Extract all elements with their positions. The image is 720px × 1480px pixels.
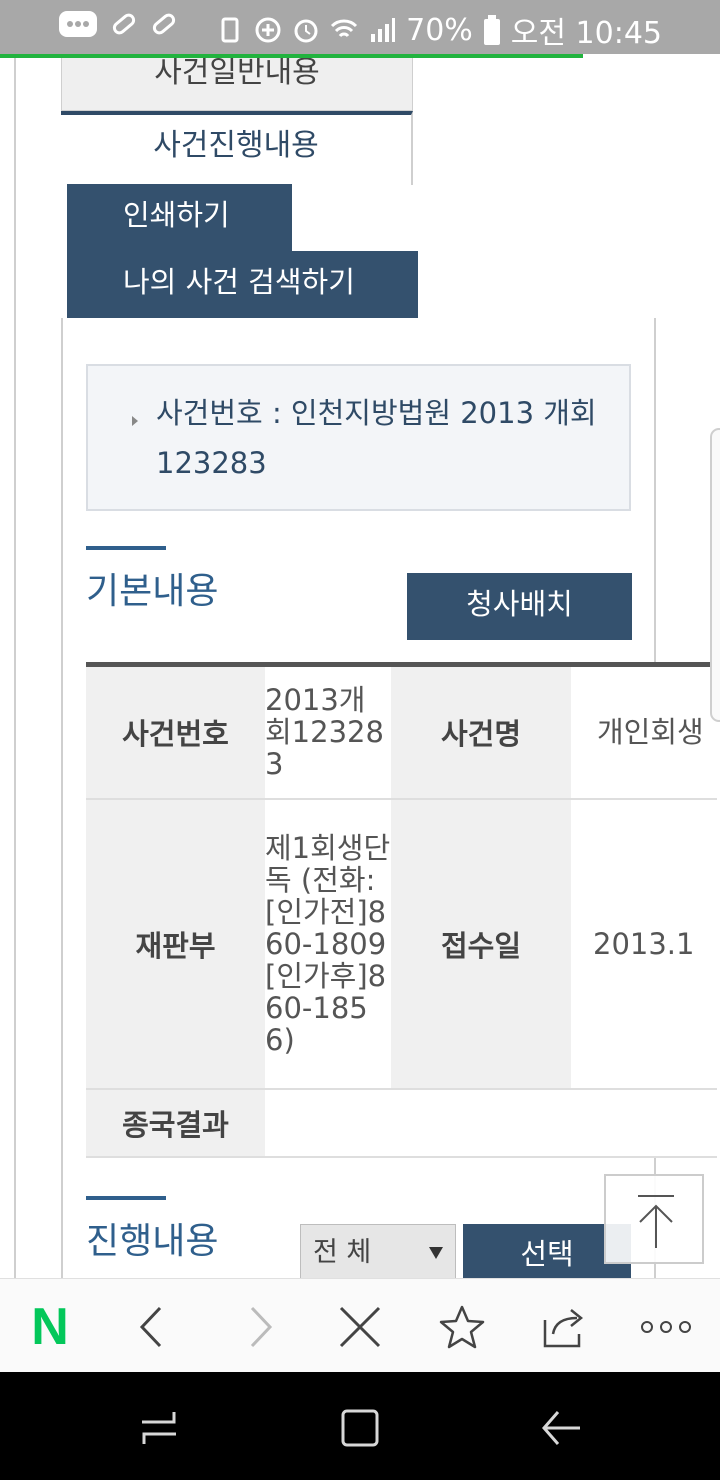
filter-select[interactable]: 전 체 bbox=[300, 1224, 456, 1278]
battery-level: 70% bbox=[406, 12, 473, 48]
table-header-cell: 재판부 bbox=[86, 798, 265, 1090]
scroll-to-top-button[interactable] bbox=[604, 1174, 704, 1264]
forward-icon bbox=[250, 1306, 273, 1348]
share-icon bbox=[543, 1309, 584, 1348]
chevron-down-icon bbox=[429, 1247, 443, 1259]
alarm-icon bbox=[294, 19, 318, 43]
arrow-up-icon bbox=[638, 1195, 674, 1248]
battery-saver-icon bbox=[221, 17, 239, 43]
case-info-table: 사건번호 2013개회123283 사건명 개인회생 재판부 제1회생단독 (전… bbox=[86, 662, 717, 1158]
divider bbox=[61, 318, 63, 1278]
section-bar bbox=[86, 1196, 166, 1200]
message-icon bbox=[59, 11, 97, 37]
divider bbox=[14, 58, 16, 1278]
bullet-arrow-icon bbox=[132, 416, 138, 426]
basic-info-title: 기본내용 bbox=[86, 571, 219, 612]
section-bar bbox=[86, 546, 166, 550]
case-name-value: 개인회생 bbox=[597, 715, 704, 750]
table-cell bbox=[265, 1088, 717, 1158]
status-bar: 70% 오전 10:45 bbox=[0, 0, 720, 54]
back-button[interactable] bbox=[122, 1297, 182, 1357]
table-header-cell: 사건명 bbox=[391, 664, 571, 800]
recent-apps-icon[interactable] bbox=[138, 1408, 180, 1448]
progress-title: 진행내용 bbox=[86, 1221, 219, 1262]
table-header-cell: 사건번호 bbox=[86, 664, 265, 800]
naver-home-button[interactable]: N bbox=[20, 1297, 80, 1357]
battery-icon bbox=[483, 15, 500, 45]
tab-case-general[interactable]: 사건일반내용 bbox=[61, 58, 413, 111]
filter-select-value: 전 체 bbox=[313, 1237, 372, 1268]
close-tab-button[interactable] bbox=[330, 1297, 390, 1357]
browser-toolbar: N bbox=[0, 1278, 720, 1373]
clock: 오전 10:45 bbox=[510, 16, 662, 51]
table-cell: 개인회생 bbox=[571, 664, 717, 800]
pill-icon bbox=[152, 13, 176, 35]
table-row: 사건번호 2013개회123283 사건명 개인회생 bbox=[86, 664, 717, 800]
table-row: 재판부 제1회생단독 (전화:[인가전]860-1809 [인가후]860-18… bbox=[86, 798, 717, 1090]
forward-button[interactable] bbox=[230, 1297, 290, 1357]
naver-logo-icon: N bbox=[31, 1298, 69, 1356]
table-row: 종국결과 bbox=[86, 1088, 717, 1158]
web-page: 사건일반내용 사건진행내용 인쇄하기 나의 사건 검색하기 사건번호 : 인천지… bbox=[0, 58, 720, 1278]
case-number-box: 사건번호 : 인천지방법원 2013 개회123283 bbox=[86, 364, 631, 511]
home-icon[interactable] bbox=[340, 1408, 380, 1448]
case-number-text: 사건번호 : 인천지방법원 2013 개회123283 bbox=[156, 396, 597, 480]
my-case-search-button[interactable]: 나의 사건 검색하기 bbox=[67, 251, 418, 318]
signal-icon bbox=[371, 18, 396, 42]
share-button[interactable] bbox=[534, 1297, 594, 1357]
more-icon bbox=[641, 1321, 691, 1333]
receipt-date-value: 2013.1 bbox=[593, 926, 695, 961]
table-cell: 2013.1 bbox=[571, 798, 717, 1090]
scrollbar[interactable] bbox=[710, 428, 720, 722]
table-cell: 제1회생단독 (전화:[인가전]860-1809 [인가후]860-1856) bbox=[265, 798, 391, 1090]
tab-case-progress[interactable]: 사건진행내용 bbox=[61, 111, 413, 185]
more-button[interactable] bbox=[636, 1297, 696, 1357]
divider bbox=[654, 318, 656, 664]
court-layout-button[interactable]: 청사배치 bbox=[407, 573, 632, 640]
bookmark-star-icon bbox=[439, 1305, 485, 1349]
pill-icon bbox=[112, 13, 136, 35]
back-nav-icon[interactable] bbox=[540, 1408, 582, 1448]
back-icon bbox=[139, 1306, 162, 1348]
bookmark-button[interactable] bbox=[432, 1297, 492, 1357]
print-button[interactable]: 인쇄하기 bbox=[67, 184, 292, 251]
table-header-cell: 접수일 bbox=[391, 798, 571, 1090]
wifi-icon bbox=[331, 19, 358, 38]
data-saver-icon bbox=[255, 17, 281, 43]
table-header-cell: 종국결과 bbox=[86, 1088, 265, 1158]
close-icon bbox=[339, 1306, 381, 1348]
system-nav-bar bbox=[0, 1372, 720, 1480]
table-cell: 2013개회123283 bbox=[265, 664, 391, 800]
